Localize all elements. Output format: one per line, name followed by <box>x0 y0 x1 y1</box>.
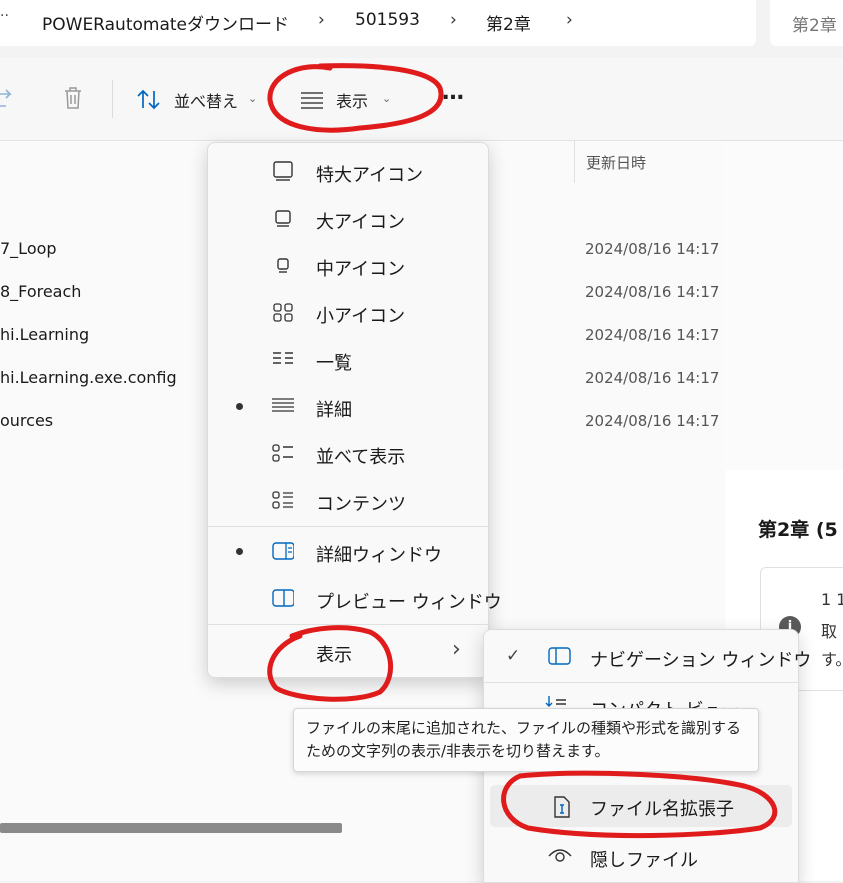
toolbar-divider <box>112 80 113 118</box>
menu-item-preview-pane[interactable]: プレビュー ウィンドウ <box>208 576 502 620</box>
file-row-name[interactable]: 7_Loop <box>0 239 57 258</box>
info-text: 1 1 <box>821 590 843 609</box>
tooltip-text: ための文字列の表示/非表示を切り替えます。 <box>306 742 610 760</box>
file-row-date: 2024/08/16 14:17 <box>585 240 720 258</box>
menu-item-small-icons[interactable]: 小アイコン <box>208 290 488 334</box>
menu-item-medium-icons[interactable]: 中アイコン <box>208 243 488 287</box>
menu-item-label: プレビュー ウィンドウ <box>316 592 502 613</box>
info-text: 取 <box>821 622 838 641</box>
menu-separator <box>208 624 488 625</box>
menu-item-label: 詳細ウィンドウ <box>316 545 442 566</box>
breadcrumb-item[interactable]: 501593 <box>355 10 420 30</box>
column-divider <box>574 141 575 183</box>
details-pane-title: 第2章 (5 <box>758 519 838 541</box>
menu-item-label: 特大アイコン <box>316 165 424 186</box>
menu-item-label: 表示 <box>316 645 352 666</box>
chevron-down-icon: ⌄ <box>248 92 258 105</box>
tooltip-text: ファイルの末尾に追加された、ファイルの種類や形式を識別する <box>306 719 742 737</box>
file-row-name[interactable]: 8_Foreach <box>0 282 81 301</box>
preview-pane-icon <box>272 589 294 607</box>
breadcrumb-separator-icon[interactable]: › <box>566 10 573 30</box>
horizontal-scrollbar[interactable] <box>0 823 342 833</box>
menu-item-extra-large-icons[interactable]: 特大アイコン <box>208 149 488 193</box>
sort-label: 並べ替え <box>174 92 239 111</box>
view-button[interactable]: 表示 ⌄ <box>296 82 406 118</box>
chevron-down-icon: ⌄ <box>382 92 392 105</box>
menu-item-hidden-files[interactable]: 隠しファイル <box>484 834 798 878</box>
sort-button[interactable]: 並べ替え ⌄ <box>132 82 262 118</box>
medium-icons-icon <box>277 258 289 273</box>
check-icon: ✓ <box>506 646 521 666</box>
details-icon <box>272 398 294 412</box>
menu-item-list[interactable]: 一覧 <box>208 337 488 381</box>
delete-icon[interactable] <box>62 86 84 110</box>
details-pane-icon <box>272 542 294 560</box>
tiles-icon <box>272 444 293 462</box>
file-row-name[interactable]: hi.Learning.exe.config <box>0 368 177 387</box>
menu-separator <box>208 526 488 527</box>
date-column-header[interactable]: 更新日時 <box>586 152 646 173</box>
breadcrumb-item[interactable]: POWERautomateダウンロード <box>42 10 289 35</box>
selected-dot-icon <box>236 403 243 410</box>
dots-icon[interactable]: ·· <box>0 8 9 24</box>
menu-item-label: 中アイコン <box>316 259 406 280</box>
view-lines-icon <box>301 92 323 109</box>
sort-icon <box>137 89 160 110</box>
file-row-name[interactable]: ources <box>0 411 53 430</box>
menu-item-label: コンテンツ <box>316 494 406 515</box>
more-options-icon[interactable]: … <box>442 80 464 105</box>
file-row-date: 2024/08/16 14:17 <box>585 412 720 430</box>
list-icon <box>273 352 293 364</box>
file-extension-icon <box>554 796 570 818</box>
breadcrumb-item[interactable]: 第2章 <box>486 10 531 35</box>
selected-dot-icon <box>236 548 243 555</box>
navigation-pane-icon <box>548 647 571 665</box>
menu-item-details[interactable]: 詳細 <box>208 384 488 428</box>
menu-item-label: ファイル名拡張子 <box>590 799 734 820</box>
share-icon[interactable] <box>0 88 16 110</box>
command-bar: 並べ替え ⌄ 表示 ⌄ … <box>0 58 843 141</box>
eye-icon <box>548 849 572 862</box>
menu-item-label: ナビゲーション ウィンドウ <box>590 650 812 671</box>
search-placeholder: 第2章 <box>792 16 837 36</box>
menu-item-content[interactable]: コンテンツ <box>208 478 488 522</box>
menu-item-label: 小アイコン <box>316 306 406 327</box>
menu-item-navigation-pane[interactable]: ✓ ナビゲーション ウィンドウ <box>484 634 811 678</box>
file-row-date: 2024/08/16 14:17 <box>585 283 720 301</box>
address-bar[interactable]: POWERautomateダウンロード › 501593 › 第2章 › ·· <box>0 0 756 46</box>
file-row-name[interactable]: hi.Learning <box>0 325 89 344</box>
content-icon <box>272 491 293 509</box>
menu-item-file-extensions[interactable]: ファイル名拡張子 <box>490 785 792 827</box>
search-box[interactable]: 第2章 <box>770 0 843 46</box>
breadcrumb-separator-icon[interactable]: › <box>450 10 457 30</box>
menu-item-details-pane[interactable]: 詳細ウィンドウ <box>208 529 488 573</box>
view-menu: 特大アイコン 大アイコン 中アイコン 小アイコン 一覧 詳細 並べて表示 コンテ… <box>207 142 502 678</box>
file-extension-tooltip: ファイルの末尾に追加された、ファイルの種類や形式を識別する ための文字列の表示/… <box>293 708 759 772</box>
breadcrumb-separator-icon[interactable]: › <box>318 10 325 30</box>
menu-item-show[interactable]: 表示 › <box>208 629 488 673</box>
view-label: 表示 <box>336 92 369 111</box>
menu-item-label: 隠しファイル <box>590 850 698 871</box>
menu-item-label: 詳細 <box>316 400 352 421</box>
menu-item-label: 大アイコン <box>316 212 406 233</box>
file-row-date: 2024/08/16 14:17 <box>585 326 720 344</box>
info-text: す。 <box>821 650 843 669</box>
small-icons-icon <box>273 303 293 322</box>
menu-item-large-icons[interactable]: 大アイコン <box>208 196 488 240</box>
menu-separator <box>484 682 798 683</box>
chevron-right-icon: › <box>452 637 461 662</box>
extra-large-icons-icon <box>273 161 293 181</box>
menu-item-tiles[interactable]: 並べて表示 <box>208 431 488 475</box>
file-row-date: 2024/08/16 14:17 <box>585 369 720 387</box>
menu-item-label: 一覧 <box>316 353 352 374</box>
menu-item-label: 並べて表示 <box>316 447 406 468</box>
large-icons-icon <box>275 210 291 227</box>
